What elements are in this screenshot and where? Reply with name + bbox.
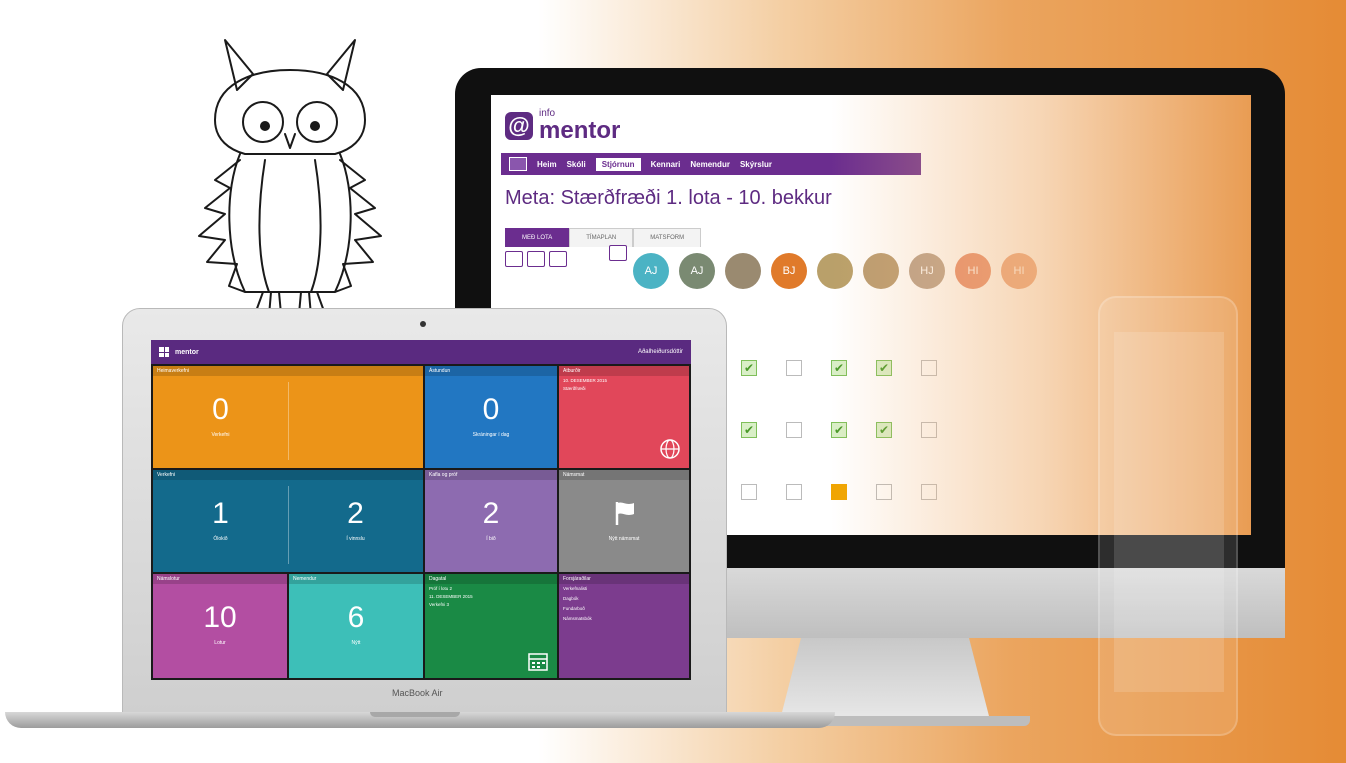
tile-title: Dagatal <box>425 574 557 584</box>
assessment-checkbox[interactable]: ✔ <box>741 360 757 376</box>
tab-matsform[interactable]: MATSFORM <box>633 228 702 247</box>
tile-value: 2 <box>482 497 500 530</box>
list-icon[interactable] <box>549 251 567 267</box>
assessment-checkbox[interactable] <box>786 360 802 376</box>
tile-value: 0 <box>482 393 500 426</box>
logo-big-text: mentor <box>539 117 621 144</box>
apple-logo-icon <box>858 576 894 616</box>
tab-med-lota[interactable]: MEÐ LOTA <box>505 228 570 247</box>
nav-item-kennari[interactable]: Kennari <box>651 160 681 169</box>
flag-icon <box>615 502 634 525</box>
apps-grid-icon[interactable] <box>159 347 169 357</box>
student-avatar[interactable]: AJ <box>679 253 715 289</box>
tile-heimaverkefni[interactable]: Heimaverkefni 0 Verkefni <box>153 366 423 468</box>
tile-forsjaradilar[interactable]: Forsjáraðilar Verkefnalisti Dagbók Funda… <box>559 574 689 678</box>
dashboard-header: mentor Aðalheiðursdóttir <box>151 340 691 364</box>
tile-astundun[interactable]: Ástundun 0 Skráningar í dag <box>425 366 557 468</box>
tile-label: Ólokið <box>213 536 228 542</box>
dashboard-logo[interactable]: mentor <box>175 349 199 356</box>
tile-nemendur[interactable]: Nemendur 6 Nýtt <box>289 574 423 678</box>
calendar-event: Próf í lotu 2 <box>429 586 453 591</box>
user-menu[interactable]: Aðalheiðursdóttir <box>638 349 683 355</box>
nav-item-heim[interactable]: Heim <box>537 160 557 169</box>
list-item[interactable]: Verkefnalisti <box>559 584 689 594</box>
tile-divider <box>288 382 289 460</box>
tile-title: Atburðir <box>559 366 689 376</box>
assessment-checkbox[interactable] <box>741 484 757 500</box>
tile-lotur[interactable]: Námslotur 10 Lotur <box>153 574 287 678</box>
edit-icon[interactable] <box>527 251 545 267</box>
event-title: Stærðfræði <box>563 386 586 391</box>
menu-icon[interactable] <box>509 157 527 171</box>
student-avatar[interactable] <box>725 253 761 289</box>
tile-title: Ástundun <box>425 366 557 376</box>
tab-bar: MEÐ LOTA TÍMAPLAN MATSFORM <box>505 228 702 247</box>
laptop-brand-label: MacBook Air <box>392 688 443 698</box>
tile-title: Námslotur <box>153 574 287 584</box>
refresh-icon[interactable] <box>505 251 523 267</box>
tile-title: Forsjáraðilar <box>559 574 689 584</box>
assessment-checkbox[interactable] <box>786 484 802 500</box>
tile-title: Námsmat <box>559 470 689 480</box>
tile-label: Í vinnslu <box>346 536 365 542</box>
tile-label: Verkefni <box>211 432 230 438</box>
tile-value: 2 <box>347 497 364 530</box>
tile-value: 10 <box>203 601 237 634</box>
nav-item-stjornun[interactable]: Stjórnun <box>595 157 641 171</box>
globe-icon <box>660 439 680 459</box>
webcam-icon <box>420 321 426 327</box>
nav-item-nemendur[interactable]: Nemendur <box>690 160 730 169</box>
tile-title: Nemendur <box>289 574 423 584</box>
columns-icon[interactable] <box>609 245 627 261</box>
tile-label: Nýtt <box>351 640 361 646</box>
infomentor-logo[interactable]: @ info mentor <box>505 109 620 143</box>
phone-device <box>1098 296 1238 736</box>
list-item[interactable]: Dagbók <box>559 594 689 604</box>
tile-value: 1 <box>212 497 229 530</box>
tile-atburdir[interactable]: Atburðir 10. DESEMBER 2015 Stærðfræði <box>559 366 689 468</box>
nav-item-skoli[interactable]: Skóli <box>567 160 586 169</box>
assessment-checkbox[interactable] <box>786 422 802 438</box>
tile-value: 0 <box>212 393 229 426</box>
tile-kannanir[interactable]: Kafla og próf 2 Í bið <box>425 470 557 572</box>
tile-title: Heimaverkefni <box>153 366 423 376</box>
logo-mark-icon: @ <box>505 112 533 140</box>
imac-stand <box>780 638 990 720</box>
list-item[interactable]: Námsmatsbók <box>559 614 689 624</box>
event-date: 10. DESEMBER 2015 <box>563 378 608 383</box>
tile-namsmat[interactable]: Námsmat Nýtt námsmat <box>559 470 689 572</box>
calendar-event: Verkefni 3 <box>429 602 450 607</box>
tile-value: 6 <box>347 601 365 634</box>
owl-illustration <box>198 39 382 317</box>
tile-title: Verkefni <box>153 470 423 480</box>
tile-verkefni[interactable]: Verkefni 1 Ólokið 2 Í vinnslu <box>153 470 423 572</box>
assessment-checkbox[interactable]: ✔ <box>741 422 757 438</box>
nav-item-skyrslur[interactable]: Skýrslur <box>740 160 772 169</box>
tile-label: Nýtt námsmat <box>608 536 640 542</box>
tile-dagatal[interactable]: Dagatal Próf í lotu 2 11. DESEMBER 2015 … <box>425 574 557 678</box>
list-item[interactable]: Fundarboð <box>559 604 689 614</box>
laptop-screen: mentor Aðalheiðursdóttir Heimaverkefni 0… <box>151 340 691 680</box>
page-title: Meta: Stærðfræði 1. lota - 10. bekkur <box>505 187 832 209</box>
calendar-date: 11. DESEMBER 2015 <box>429 594 473 599</box>
tile-title: Kafla og próf <box>425 470 557 480</box>
laptop-notch <box>370 712 460 717</box>
phone-screen <box>1114 332 1224 692</box>
calendar-icon <box>528 653 548 671</box>
tile-label: Í bið <box>486 536 496 542</box>
tile-label: Lotur <box>214 640 226 646</box>
student-avatar[interactable]: BJ <box>771 253 807 289</box>
student-avatar[interactable]: AJ <box>633 253 669 289</box>
tile-label: Skráningar í dag <box>472 432 510 438</box>
